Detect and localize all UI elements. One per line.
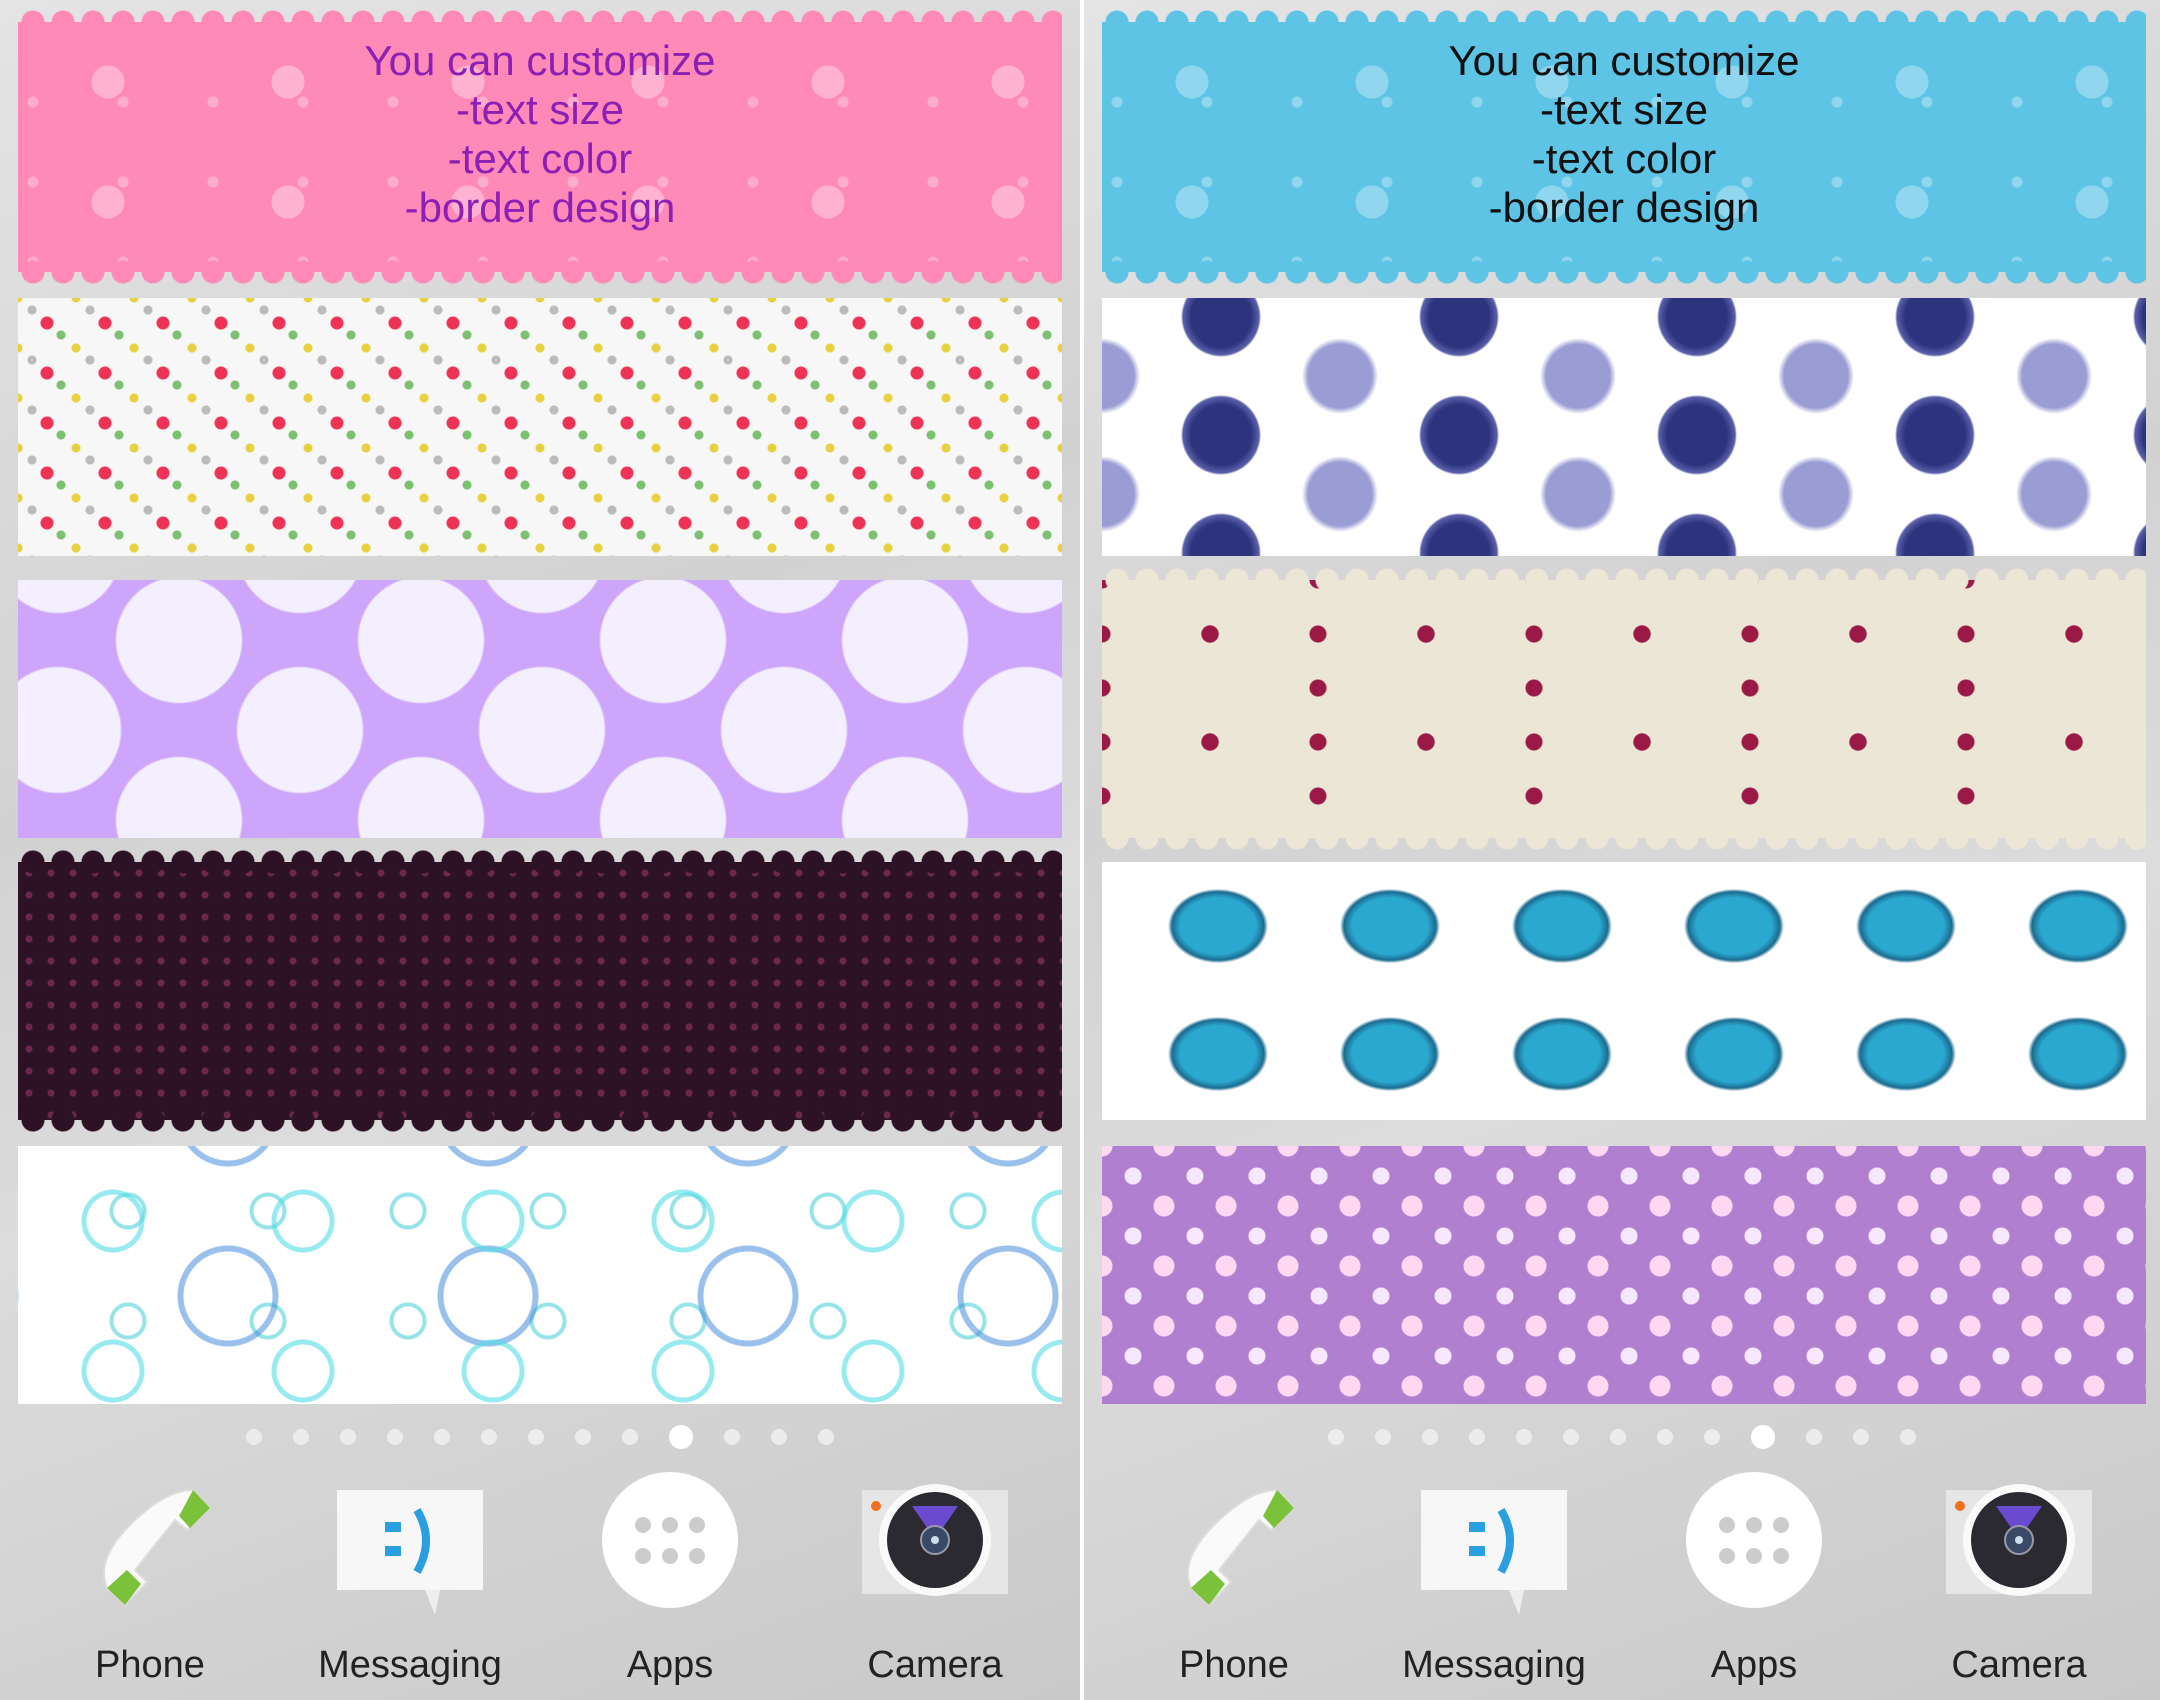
page-dot[interactable] — [387, 1429, 403, 1445]
camera-icon — [860, 1470, 1010, 1620]
page-indicator — [0, 1425, 1080, 1449]
messaging-icon — [335, 1470, 485, 1620]
dock: Phone Messaging Apps Camera — [0, 1470, 1080, 1700]
page-dot[interactable] — [1853, 1429, 1869, 1445]
app-label: Camera — [1951, 1644, 2087, 1686]
app-label: Phone — [1179, 1644, 1289, 1686]
tape-widget-4[interactable] — [18, 850, 1062, 1132]
dock-app-messaging[interactable]: Messaging — [1384, 1470, 1604, 1687]
app-label: Camera — [867, 1644, 1003, 1686]
tape-widget-3[interactable] — [1102, 568, 2146, 850]
dock-app-phone[interactable]: Phone — [1124, 1470, 1344, 1687]
app-label: Phone — [95, 1644, 205, 1686]
page-dot[interactable] — [1751, 1425, 1775, 1449]
page-dot[interactable] — [1704, 1429, 1720, 1445]
page-dot[interactable] — [1806, 1429, 1822, 1445]
apps-grid-icon — [1679, 1470, 1829, 1620]
camera-icon — [1944, 1470, 2094, 1620]
page-dot[interactable] — [1563, 1429, 1579, 1445]
tape-widget-3[interactable] — [18, 580, 1062, 838]
page-dot[interactable] — [575, 1429, 591, 1445]
page-dot[interactable] — [528, 1429, 544, 1445]
page-dot[interactable] — [340, 1429, 356, 1445]
page-dot[interactable] — [293, 1429, 309, 1445]
tape-widget-2[interactable] — [18, 298, 1062, 556]
page-dot[interactable] — [1422, 1429, 1438, 1445]
page-dot[interactable] — [1328, 1429, 1344, 1445]
tape-widget-5[interactable] — [18, 1146, 1062, 1404]
page-dot[interactable] — [724, 1429, 740, 1445]
page-dot[interactable] — [1657, 1429, 1673, 1445]
page-dot[interactable] — [669, 1425, 693, 1449]
phone-icon — [1159, 1470, 1309, 1620]
page-dot[interactable] — [1375, 1429, 1391, 1445]
widget-text-line: -text color — [1531, 135, 1717, 182]
page-dot[interactable] — [246, 1429, 262, 1445]
page-dot[interactable] — [434, 1429, 450, 1445]
tape-widget-4[interactable] — [1102, 862, 2146, 1120]
page-indicator — [1084, 1425, 2160, 1449]
tape-widget-1[interactable]: You can customize -text size -text color -b… — [1102, 10, 2146, 284]
messaging-icon — [1419, 1470, 1569, 1620]
apps-grid-icon — [595, 1470, 745, 1620]
right-homescreen-panel: You can customize -text size -text color -b… — [1080, 0, 2160, 1700]
dock: Phone Messaging Apps Camera — [1084, 1470, 2160, 1700]
app-label: Messaging — [1402, 1644, 1586, 1686]
page-dot[interactable] — [622, 1429, 638, 1445]
page-dot[interactable] — [818, 1429, 834, 1445]
page-dot[interactable] — [1469, 1429, 1485, 1445]
widget-text-line: -text size — [455, 86, 625, 133]
widget-text-line: You can customize — [364, 37, 716, 84]
dock-app-apps[interactable]: Apps — [560, 1470, 780, 1687]
page-dot[interactable] — [1900, 1429, 1916, 1445]
app-label: Messaging — [318, 1644, 502, 1686]
left-homescreen-panel: You can customize -text size -text color -b… — [0, 0, 1080, 1700]
widget-text-line: You can customize — [1448, 37, 1800, 84]
page-dot[interactable] — [771, 1429, 787, 1445]
app-label: Apps — [1710, 1644, 1798, 1686]
dock-app-apps[interactable]: Apps — [1644, 1470, 1864, 1687]
widget-text-line: -border design — [1488, 184, 1760, 231]
widget-text-line: -border design — [404, 184, 676, 231]
dock-app-camera[interactable]: Camera — [1909, 1470, 2129, 1687]
widget-text: You can customize -text size -text color -b… — [1102, 36, 2146, 232]
widget-text: You can customize -text size -text color -b… — [18, 36, 1062, 232]
app-label: Apps — [626, 1644, 714, 1686]
page-dot[interactable] — [1610, 1429, 1626, 1445]
phone-icon — [75, 1470, 225, 1620]
tape-widget-1[interactable]: You can customize -text size -text color -b… — [18, 10, 1062, 284]
dock-app-camera[interactable]: Camera — [825, 1470, 1045, 1687]
widget-text-line: -text size — [1539, 86, 1709, 133]
dock-app-phone[interactable]: Phone — [40, 1470, 260, 1687]
page-dot[interactable] — [1516, 1429, 1532, 1445]
tape-widget-5[interactable] — [1102, 1146, 2146, 1404]
page-dot[interactable] — [481, 1429, 497, 1445]
tape-widget-2[interactable] — [1102, 298, 2146, 556]
widget-text-line: -text color — [447, 135, 633, 182]
dock-app-messaging[interactable]: Messaging — [300, 1470, 520, 1687]
